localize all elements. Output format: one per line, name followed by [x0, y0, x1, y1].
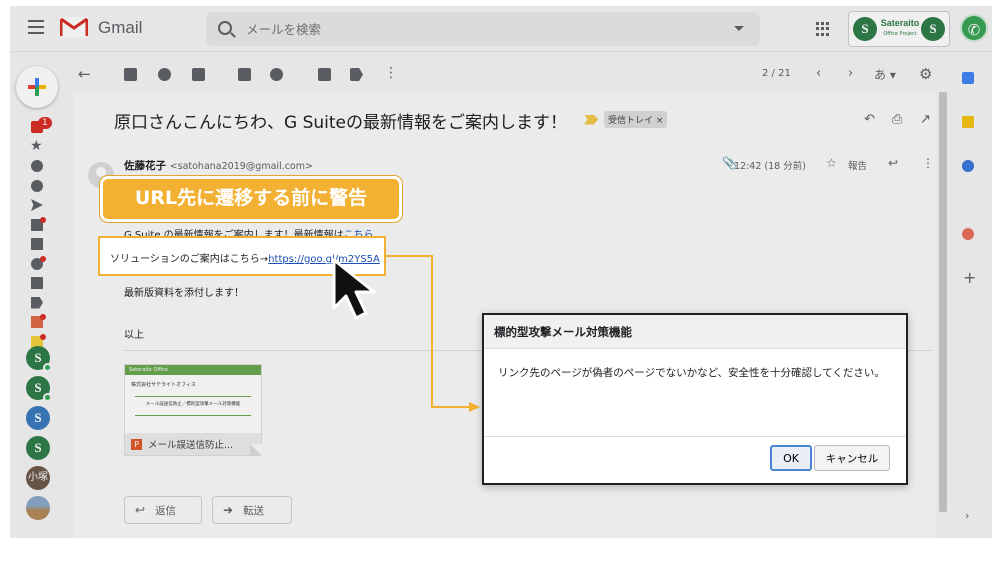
ok-button[interactable]: OK	[770, 445, 812, 471]
dialog-message: リンク先のページが偽者のページでないかなど、安全性を十分確認してください。	[498, 367, 885, 379]
dialog-title: 標的型攻撃メール対策機能	[484, 315, 906, 349]
warning-dialog: 標的型攻撃メール対策機能 リンク先のページが偽者のページでないかなど、安全性を十…	[482, 313, 908, 485]
callout-text: URL先に遷移する前に警告	[134, 187, 368, 209]
divider	[484, 436, 906, 437]
mouse-cursor-icon	[332, 258, 376, 320]
cancel-button[interactable]: キャンセル	[814, 445, 890, 471]
warning-callout: URL先に遷移する前に警告	[100, 176, 402, 222]
